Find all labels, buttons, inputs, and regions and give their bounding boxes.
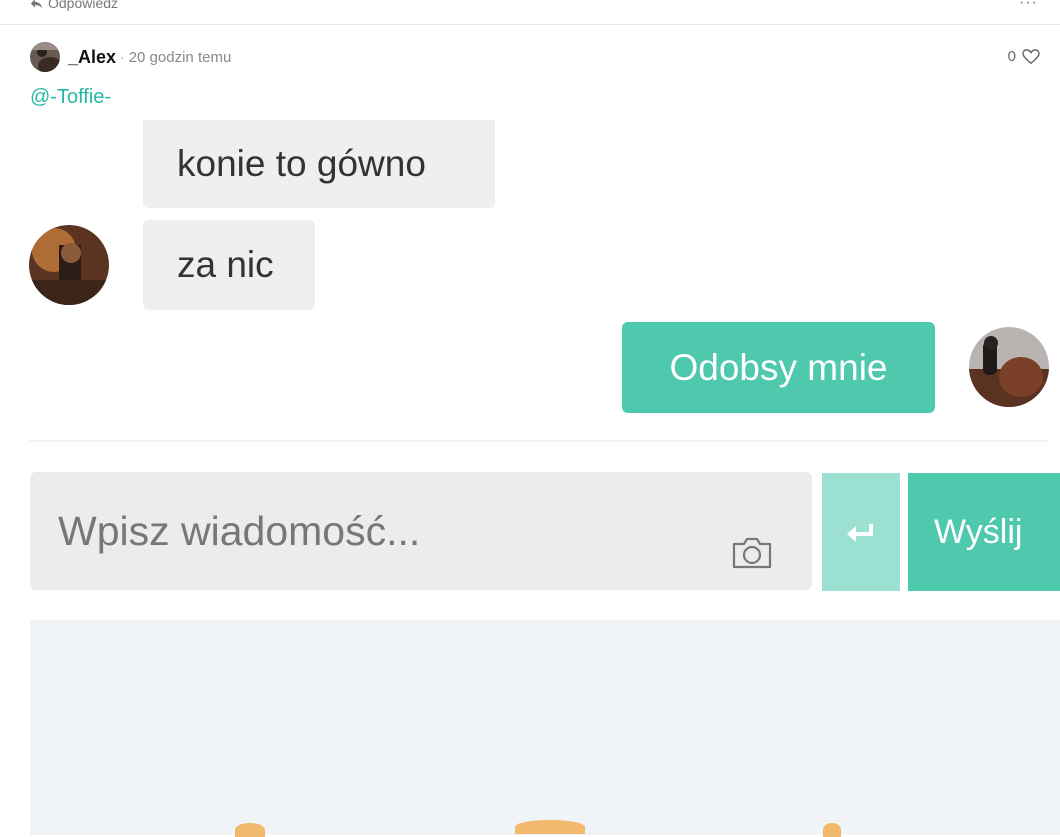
embedded-chat-screenshot: konie to gówno za nic Odobsy mnie Wpisz … [0, 120, 1060, 837]
heart-icon [1022, 48, 1040, 64]
reply-button[interactable]: Odpowiedz [30, 0, 118, 11]
reply-icon [30, 0, 43, 8]
send-button[interactable]: Wyślij [908, 473, 1060, 591]
top-bar: Odpowiedz ··· [0, 0, 1060, 25]
separator: · [120, 49, 125, 65]
contact-avatar [29, 225, 109, 305]
own-avatar [969, 327, 1049, 407]
comment-time: 20 godzin temu [128, 48, 232, 66]
send-label: Wyślij [934, 512, 1023, 551]
camera-icon[interactable] [730, 532, 774, 572]
more-options-button[interactable]: ··· [1019, 0, 1038, 12]
sticker-peek [515, 820, 585, 834]
message-bubble: za nic [143, 220, 315, 310]
input-placeholder: Wpisz wiadomość... [58, 508, 421, 554]
message-bubble: konie to gówno [143, 120, 495, 208]
message-text: konie to gówno [177, 143, 426, 184]
like-count: 0 [1007, 48, 1016, 65]
like-button[interactable]: 0 [1008, 48, 1040, 65]
own-message-bubble: Odobsy mnie [622, 322, 935, 413]
newline-button[interactable] [822, 473, 900, 591]
comment-header: _Alex · 20 godzin temu [30, 42, 231, 72]
message-text: za nic [177, 244, 274, 285]
reply-label: Odpowiedz [48, 0, 119, 11]
divider [30, 440, 1048, 442]
mention-link[interactable]: @-Toffie- [30, 86, 111, 109]
bottom-panel [30, 620, 1060, 837]
message-text: Odobsy mnie [669, 346, 888, 388]
author-name[interactable]: _Alex [68, 47, 116, 68]
message-input[interactable]: Wpisz wiadomość... [30, 472, 812, 590]
author-avatar[interactable] [30, 42, 60, 72]
enter-icon [847, 524, 873, 542]
